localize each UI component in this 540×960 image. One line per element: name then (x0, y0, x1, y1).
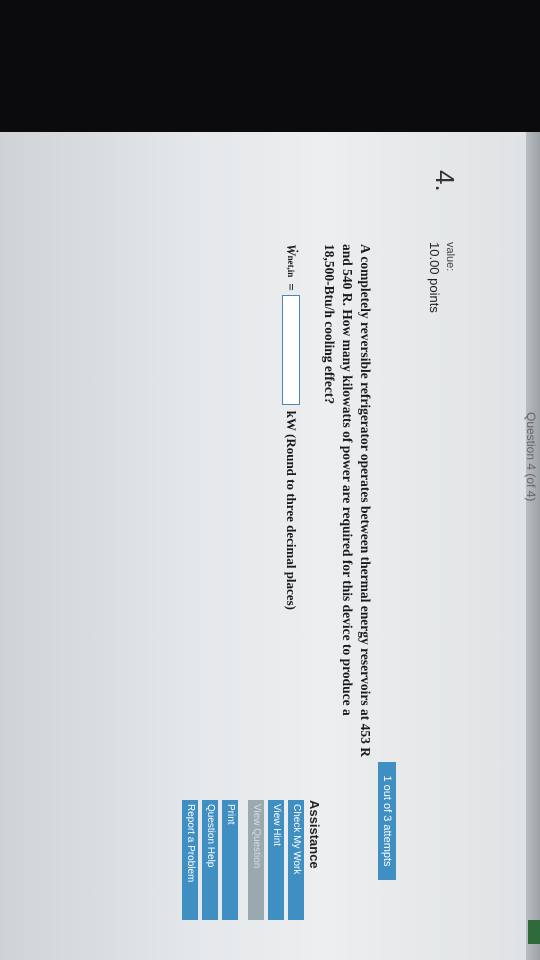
question-navigation[interactable]: Question 4 (of 4) (524, 412, 538, 501)
attempts-badge: 1 out of 3 attempts (378, 762, 396, 880)
question-number: 4. (430, 170, 460, 192)
view-hint-button[interactable]: View Hint (268, 800, 284, 920)
question-text-line: 18,500-Btu/h cooling effect? (322, 244, 337, 405)
question-text-line: A completely reversible refrigerator ope… (358, 244, 373, 757)
answer-unit: kW (Round to three decimal places) (284, 410, 299, 610)
check-my-work-button[interactable]: Check My Work (288, 800, 304, 920)
answer-input[interactable] (282, 294, 300, 405)
power-symbol: Ẇ (284, 244, 299, 256)
assistance-panel: Assistance Check My Work View Hint View … (178, 800, 322, 922)
value-label: value: (444, 242, 456, 272)
report-problem-button[interactable]: Report a Problem (182, 800, 198, 920)
print-button[interactable]: Print (222, 800, 238, 920)
answer-row: Ẇ net,in = kW (Round to three decimal pl… (282, 244, 300, 610)
assistance-title: Assistance (307, 800, 322, 869)
question-page: Question 4 (of 4) 4. value: 10.00 points… (0, 132, 540, 960)
equals-sign: = (284, 283, 299, 291)
question-text-line: and 540 R. How many kilowatts of power a… (340, 244, 355, 716)
question-text: A completely reversible refrigerator ope… (320, 244, 374, 894)
view-question-button[interactable]: View Question (248, 800, 264, 920)
power-subscript: net,in (286, 255, 296, 278)
question-points: 10.00 points (427, 242, 442, 313)
question-help-button[interactable]: Question Help (202, 800, 218, 920)
